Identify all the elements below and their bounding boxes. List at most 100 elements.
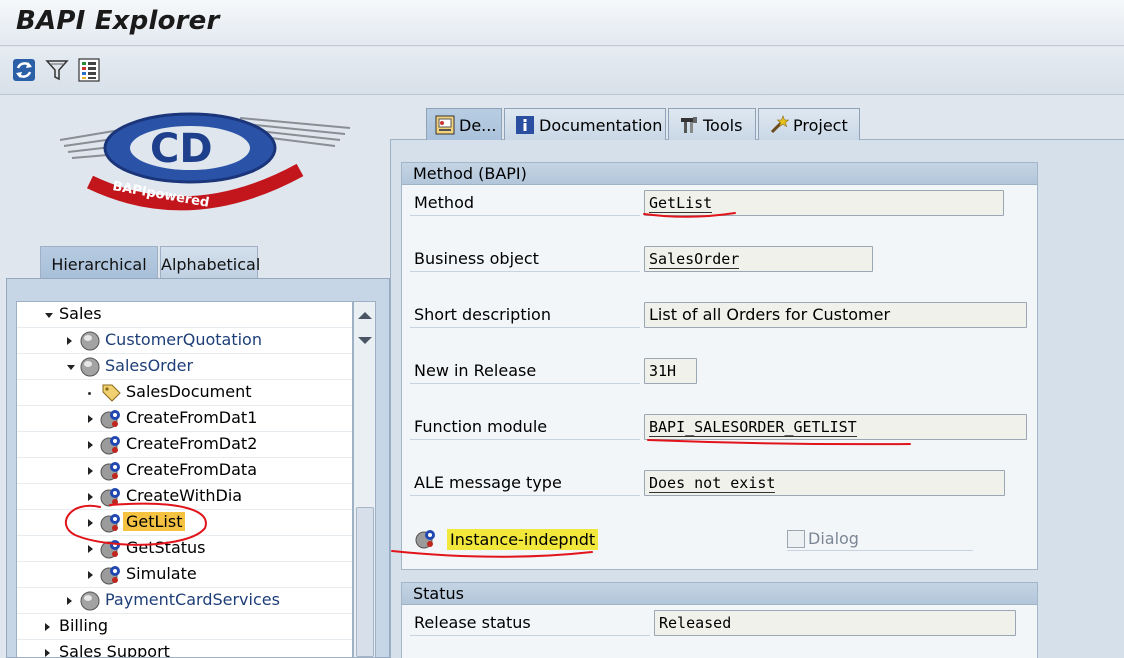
collapse-arrow-icon[interactable] bbox=[88, 493, 93, 501]
business-object-icon bbox=[79, 590, 101, 612]
release-status-label: Release status bbox=[414, 613, 531, 632]
tab-detail[interactable]: De... bbox=[426, 108, 502, 140]
tab-project-label: Project bbox=[793, 116, 848, 135]
method-value: GetList bbox=[649, 194, 713, 213]
list-icon[interactable] bbox=[76, 57, 102, 83]
field-divider bbox=[410, 635, 650, 636]
new-in-release-label: New in Release bbox=[414, 361, 537, 380]
function-module-field[interactable]: BAPI_SALESORDER_GETLIST bbox=[644, 414, 1027, 440]
leaf-bullet-icon bbox=[88, 392, 91, 395]
tools-icon bbox=[679, 115, 699, 135]
collapse-arrow-icon[interactable] bbox=[88, 467, 93, 475]
field-divider bbox=[410, 215, 640, 216]
method-icon bbox=[100, 408, 122, 430]
collapse-arrow-icon[interactable] bbox=[88, 441, 93, 449]
tree-node-label: CreateFromDat1 bbox=[126, 408, 258, 427]
collapse-arrow-icon[interactable] bbox=[67, 597, 72, 605]
window-title: BAPI Explorer bbox=[16, 6, 220, 36]
tag-icon bbox=[100, 382, 122, 404]
collapse-arrow-icon[interactable] bbox=[67, 337, 72, 345]
collapse-arrow-icon[interactable] bbox=[88, 519, 93, 527]
expand-arrow-icon[interactable] bbox=[45, 313, 53, 318]
tree-node-sales[interactable]: Sales bbox=[17, 302, 352, 328]
business-object-value: SalesOrder bbox=[649, 250, 740, 269]
short-description-field[interactable]: List of all Orders for Customer bbox=[644, 302, 1027, 328]
tree-node-createfromdat1[interactable]: CreateFromDat1 bbox=[17, 406, 352, 432]
tree-node-label: GetStatus bbox=[126, 538, 206, 557]
tree-node-label: GetList bbox=[123, 512, 186, 531]
tree-node-label: Sales Support bbox=[59, 642, 170, 658]
tree-node-paymentcardservices[interactable]: PaymentCardServices bbox=[17, 588, 352, 614]
tree-node-sales-support[interactable]: Sales Support bbox=[17, 640, 352, 658]
tree-node-billing[interactable]: Billing bbox=[17, 614, 352, 640]
tree-node-createfromdata[interactable]: CreateFromData bbox=[17, 458, 352, 484]
scroll-thumb[interactable] bbox=[356, 507, 374, 657]
tab-hierarchical[interactable]: Hierarchical bbox=[40, 246, 158, 280]
short-description-label: Short description bbox=[414, 305, 551, 324]
collapse-arrow-icon[interactable] bbox=[88, 571, 93, 579]
method-icon bbox=[100, 434, 122, 456]
method-group-title: Method (BAPI) bbox=[402, 163, 1037, 185]
scroll-up-icon[interactable] bbox=[358, 312, 372, 319]
tree-node-label: CustomerQuotation bbox=[105, 330, 262, 349]
field-divider bbox=[410, 495, 640, 496]
new-in-release-field[interactable]: 31H bbox=[644, 358, 697, 384]
ale-message-type-label: ALE message type bbox=[414, 473, 562, 492]
field-divider bbox=[787, 550, 973, 551]
release-status-field[interactable]: Released bbox=[654, 610, 1016, 636]
tree-node-salesorder[interactable]: SalesOrder bbox=[17, 354, 352, 380]
method-icon bbox=[100, 512, 122, 534]
tree-node-getstatus[interactable]: GetStatus bbox=[17, 536, 352, 562]
tab-detail-label: De... bbox=[459, 116, 497, 135]
tree-scrollbar[interactable] bbox=[353, 301, 376, 658]
tab-documentation[interactable]: Documentation bbox=[504, 108, 666, 140]
field-divider bbox=[410, 439, 640, 440]
collapse-arrow-icon[interactable] bbox=[88, 415, 93, 423]
dialog-checkbox[interactable] bbox=[787, 530, 805, 548]
field-divider bbox=[410, 327, 640, 328]
tab-documentation-label: Documentation bbox=[539, 116, 663, 135]
business-object-field[interactable]: SalesOrder bbox=[644, 246, 873, 272]
instance-independent-label: Instance-indepndt bbox=[447, 529, 599, 550]
function-module-label: Function module bbox=[414, 417, 548, 436]
tree-node-simulate[interactable]: Simulate bbox=[17, 562, 352, 588]
tab-tools[interactable]: Tools bbox=[668, 108, 756, 140]
collapse-arrow-icon[interactable] bbox=[45, 623, 50, 631]
tab-alphabetical[interactable]: Alphabetical bbox=[160, 246, 260, 280]
tree-node-createwithdia[interactable]: CreateWithDia bbox=[17, 484, 352, 510]
tree-node-customerquotation[interactable]: CustomerQuotation bbox=[17, 328, 352, 354]
tree-node-getlist[interactable]: GetList bbox=[17, 510, 352, 536]
scroll-down-icon[interactable] bbox=[358, 337, 372, 344]
tab-tools-label: Tools bbox=[703, 116, 743, 135]
tree-node-label: SalesDocument bbox=[126, 382, 252, 401]
collapse-arrow-icon[interactable] bbox=[45, 649, 50, 657]
collapse-arrow-icon[interactable] bbox=[88, 545, 93, 553]
filter-icon[interactable] bbox=[44, 57, 70, 83]
method-icon bbox=[100, 564, 122, 586]
expand-arrow-icon[interactable] bbox=[67, 365, 75, 370]
business-object-icon bbox=[79, 356, 101, 378]
tree-node-label: PaymentCardServices bbox=[105, 590, 280, 609]
info-icon bbox=[515, 115, 535, 135]
business-object-label: Business object bbox=[414, 249, 539, 268]
method-field[interactable]: GetList bbox=[644, 190, 1004, 216]
tree-node-label: CreateWithDia bbox=[126, 486, 243, 505]
tree-node-label: CreateFromDat2 bbox=[126, 434, 258, 453]
instance-method-icon bbox=[414, 527, 438, 551]
refresh-icon[interactable] bbox=[11, 57, 37, 83]
ale-message-type-field[interactable]: Does not exist bbox=[644, 470, 1005, 496]
tree-node-label: Simulate bbox=[126, 564, 197, 583]
method-icon bbox=[100, 486, 122, 508]
method-icon bbox=[100, 460, 122, 482]
tab-project[interactable]: Project bbox=[758, 108, 860, 140]
ale-message-type-value: Does not exist bbox=[649, 474, 776, 493]
dialog-label: Dialog bbox=[808, 529, 859, 548]
detail-icon bbox=[435, 115, 455, 135]
tree-node-createfromdat2[interactable]: CreateFromDat2 bbox=[17, 432, 352, 458]
tree-node-label: CreateFromData bbox=[126, 460, 258, 479]
business-object-icon bbox=[79, 330, 101, 352]
method-label: Method bbox=[414, 193, 475, 212]
tree-node-salesdocument[interactable]: SalesDocument bbox=[17, 380, 352, 406]
bapi-powered-logo: CD BAPIpowered bbox=[50, 100, 360, 220]
title-bar: BAPI Explorer bbox=[0, 0, 1124, 46]
